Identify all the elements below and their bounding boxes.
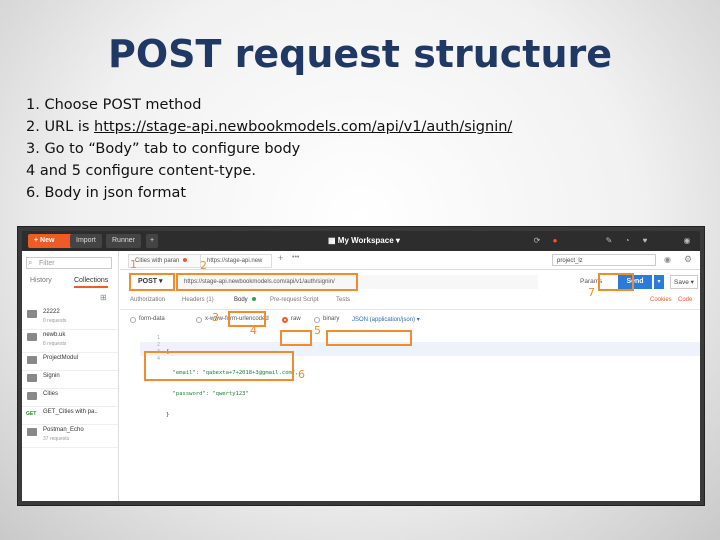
new-button-label: New xyxy=(40,237,55,244)
gear-icon[interactable]: ⚙ xyxy=(684,254,692,265)
highlight-body xyxy=(144,351,294,381)
tab-collections[interactable]: Collections xyxy=(74,277,109,288)
raw-label: raw xyxy=(291,316,301,322)
highlight-send xyxy=(598,273,634,291)
runner-button[interactable]: Runner xyxy=(106,234,141,248)
new-collection-icon[interactable]: ⊞ xyxy=(100,293,107,302)
tab-history[interactable]: History xyxy=(30,277,52,284)
annotation-4: 4 xyxy=(250,324,257,337)
list-item[interactable]: 22222 0 requests xyxy=(22,307,118,330)
highlight-body-tab xyxy=(228,311,266,327)
steps-list: 1. Choose POST method 2. URL is https://… xyxy=(26,94,512,204)
method-badge: GET xyxy=(26,411,37,417)
import-button[interactable]: Import xyxy=(70,234,102,248)
highlight-content-type xyxy=(326,330,412,346)
form-data-label: form-data xyxy=(139,316,165,322)
new-button[interactable]: + New xyxy=(28,234,76,248)
folder-icon xyxy=(27,392,37,400)
postman-screenshot: + New Import Runner + ▦ My Workspace ▾ ⟳… xyxy=(17,226,705,506)
list-item[interactable]: Signin xyxy=(22,371,118,389)
heart-icon[interactable]: ♥ xyxy=(640,236,650,246)
sync-icon[interactable]: ⟳ xyxy=(532,236,542,246)
radio-binary[interactable] xyxy=(314,317,320,323)
user-icon[interactable]: ◉ xyxy=(682,236,692,246)
environment-select[interactable]: project_lz xyxy=(552,254,656,266)
top-toolbar: + New Import Runner + ▦ My Workspace ▾ ⟳… xyxy=(22,231,700,251)
send-dropdown-icon[interactable]: ▾ xyxy=(654,275,664,289)
step-2-text: 2. URL is xyxy=(26,119,95,135)
annotation-7: 7 xyxy=(588,286,595,299)
eye-icon[interactable]: ◉ xyxy=(664,255,671,264)
save-button[interactable]: Save ▾ xyxy=(670,275,698,289)
filter-input[interactable]: Filter xyxy=(26,257,112,269)
highlight-method xyxy=(129,273,175,291)
request-tab-active[interactable]: https://stage-api.new xyxy=(200,254,272,268)
wrench-icon[interactable]: ✎ xyxy=(604,236,614,246)
body-type-options: form-data x-www-form-urlencoded raw bina… xyxy=(120,313,700,327)
postman-window: + New Import Runner + ▦ My Workspace ▾ ⟳… xyxy=(22,231,700,501)
folder-icon xyxy=(27,310,37,318)
content-type-select[interactable]: JSON (application/json) ▾ xyxy=(348,314,428,326)
annotation-2: 2 xyxy=(200,259,207,272)
step-1: 1. Choose POST method xyxy=(26,97,202,113)
json-body[interactable]: { "email": "qabexta+7+2018+3@gmail.com",… xyxy=(166,335,298,433)
add-tab-icon[interactable]: + xyxy=(278,253,283,263)
list-item[interactable]: GET GET_Cities with pa.. xyxy=(22,407,118,425)
radio-raw[interactable] xyxy=(282,317,288,323)
collection-list: 22222 0 requests newb.uk 8 requests Projec… xyxy=(22,307,118,448)
slide-title: POST request structure xyxy=(107,32,613,76)
folder-icon xyxy=(27,333,37,341)
cookies-link[interactable]: Cookies xyxy=(650,297,672,303)
workspace-selector[interactable]: ▦ My Workspace ▾ xyxy=(328,234,400,248)
annotation-6: 6 xyxy=(298,368,305,381)
step-4-5: 4 and 5 configure content-type. xyxy=(26,163,257,179)
binary-label: binary xyxy=(323,316,340,322)
radio-form-data[interactable] xyxy=(130,317,136,323)
request-tab-bar: Cities with paran https://stage-api.new … xyxy=(120,251,700,270)
annotation-1: 1 xyxy=(130,258,137,271)
workspace-label: My Workspace ▾ xyxy=(337,236,400,245)
code-line: "password": "qwerty123" xyxy=(166,391,249,397)
request-options-tabs: Authorization Headers (1) Body Pre-reque… xyxy=(120,295,700,310)
list-item[interactable]: Cities xyxy=(22,389,118,407)
annotation-5: 5 xyxy=(314,324,321,337)
step-6: 6. Body in json format xyxy=(26,185,187,201)
annotation-3: 3 xyxy=(212,311,219,324)
body-dot-icon xyxy=(251,297,256,301)
sidebar: ⌕ Filter History Collections ⊞ 22222 0 re… xyxy=(22,251,119,501)
list-item[interactable]: Postman_Echo 37 requests xyxy=(22,425,118,448)
more-icon[interactable]: ••• xyxy=(292,254,299,261)
code-line: } xyxy=(166,412,170,418)
url-link[interactable]: https://stage-api.newbookmodels.com/api/… xyxy=(94,119,512,135)
tab-prerequest[interactable]: Pre-request Script xyxy=(270,297,318,303)
tab-authorization[interactable]: Authorization xyxy=(130,297,165,303)
folder-icon xyxy=(27,374,37,382)
request-tab[interactable]: Cities with paran xyxy=(128,254,206,268)
tab-headers[interactable]: Headers (1) xyxy=(182,297,214,303)
code-link[interactable]: Code xyxy=(678,297,692,303)
bell-icon[interactable]: ◔ xyxy=(622,236,632,246)
list-item[interactable]: ProjectModul xyxy=(22,353,118,371)
tab-body[interactable]: Body xyxy=(234,297,256,303)
tab-tests[interactable]: Tests xyxy=(336,297,350,303)
unsaved-dot-icon xyxy=(183,258,188,262)
folder-icon xyxy=(27,428,37,436)
highlight-url xyxy=(176,273,358,291)
highlight-raw xyxy=(280,330,312,346)
step-3: 3. Go to “Body” tab to configure body xyxy=(26,141,301,157)
radio-urlencoded[interactable] xyxy=(196,317,202,323)
new-tab-button[interactable]: + xyxy=(146,234,158,248)
list-item[interactable]: newb.uk 8 requests xyxy=(22,330,118,353)
step-2: 2. URL is https://stage-api.newbookmodel… xyxy=(26,116,512,138)
folder-icon xyxy=(27,356,37,364)
grid-icon: ▦ xyxy=(328,236,338,245)
satellite-icon[interactable]: ● xyxy=(550,236,560,246)
